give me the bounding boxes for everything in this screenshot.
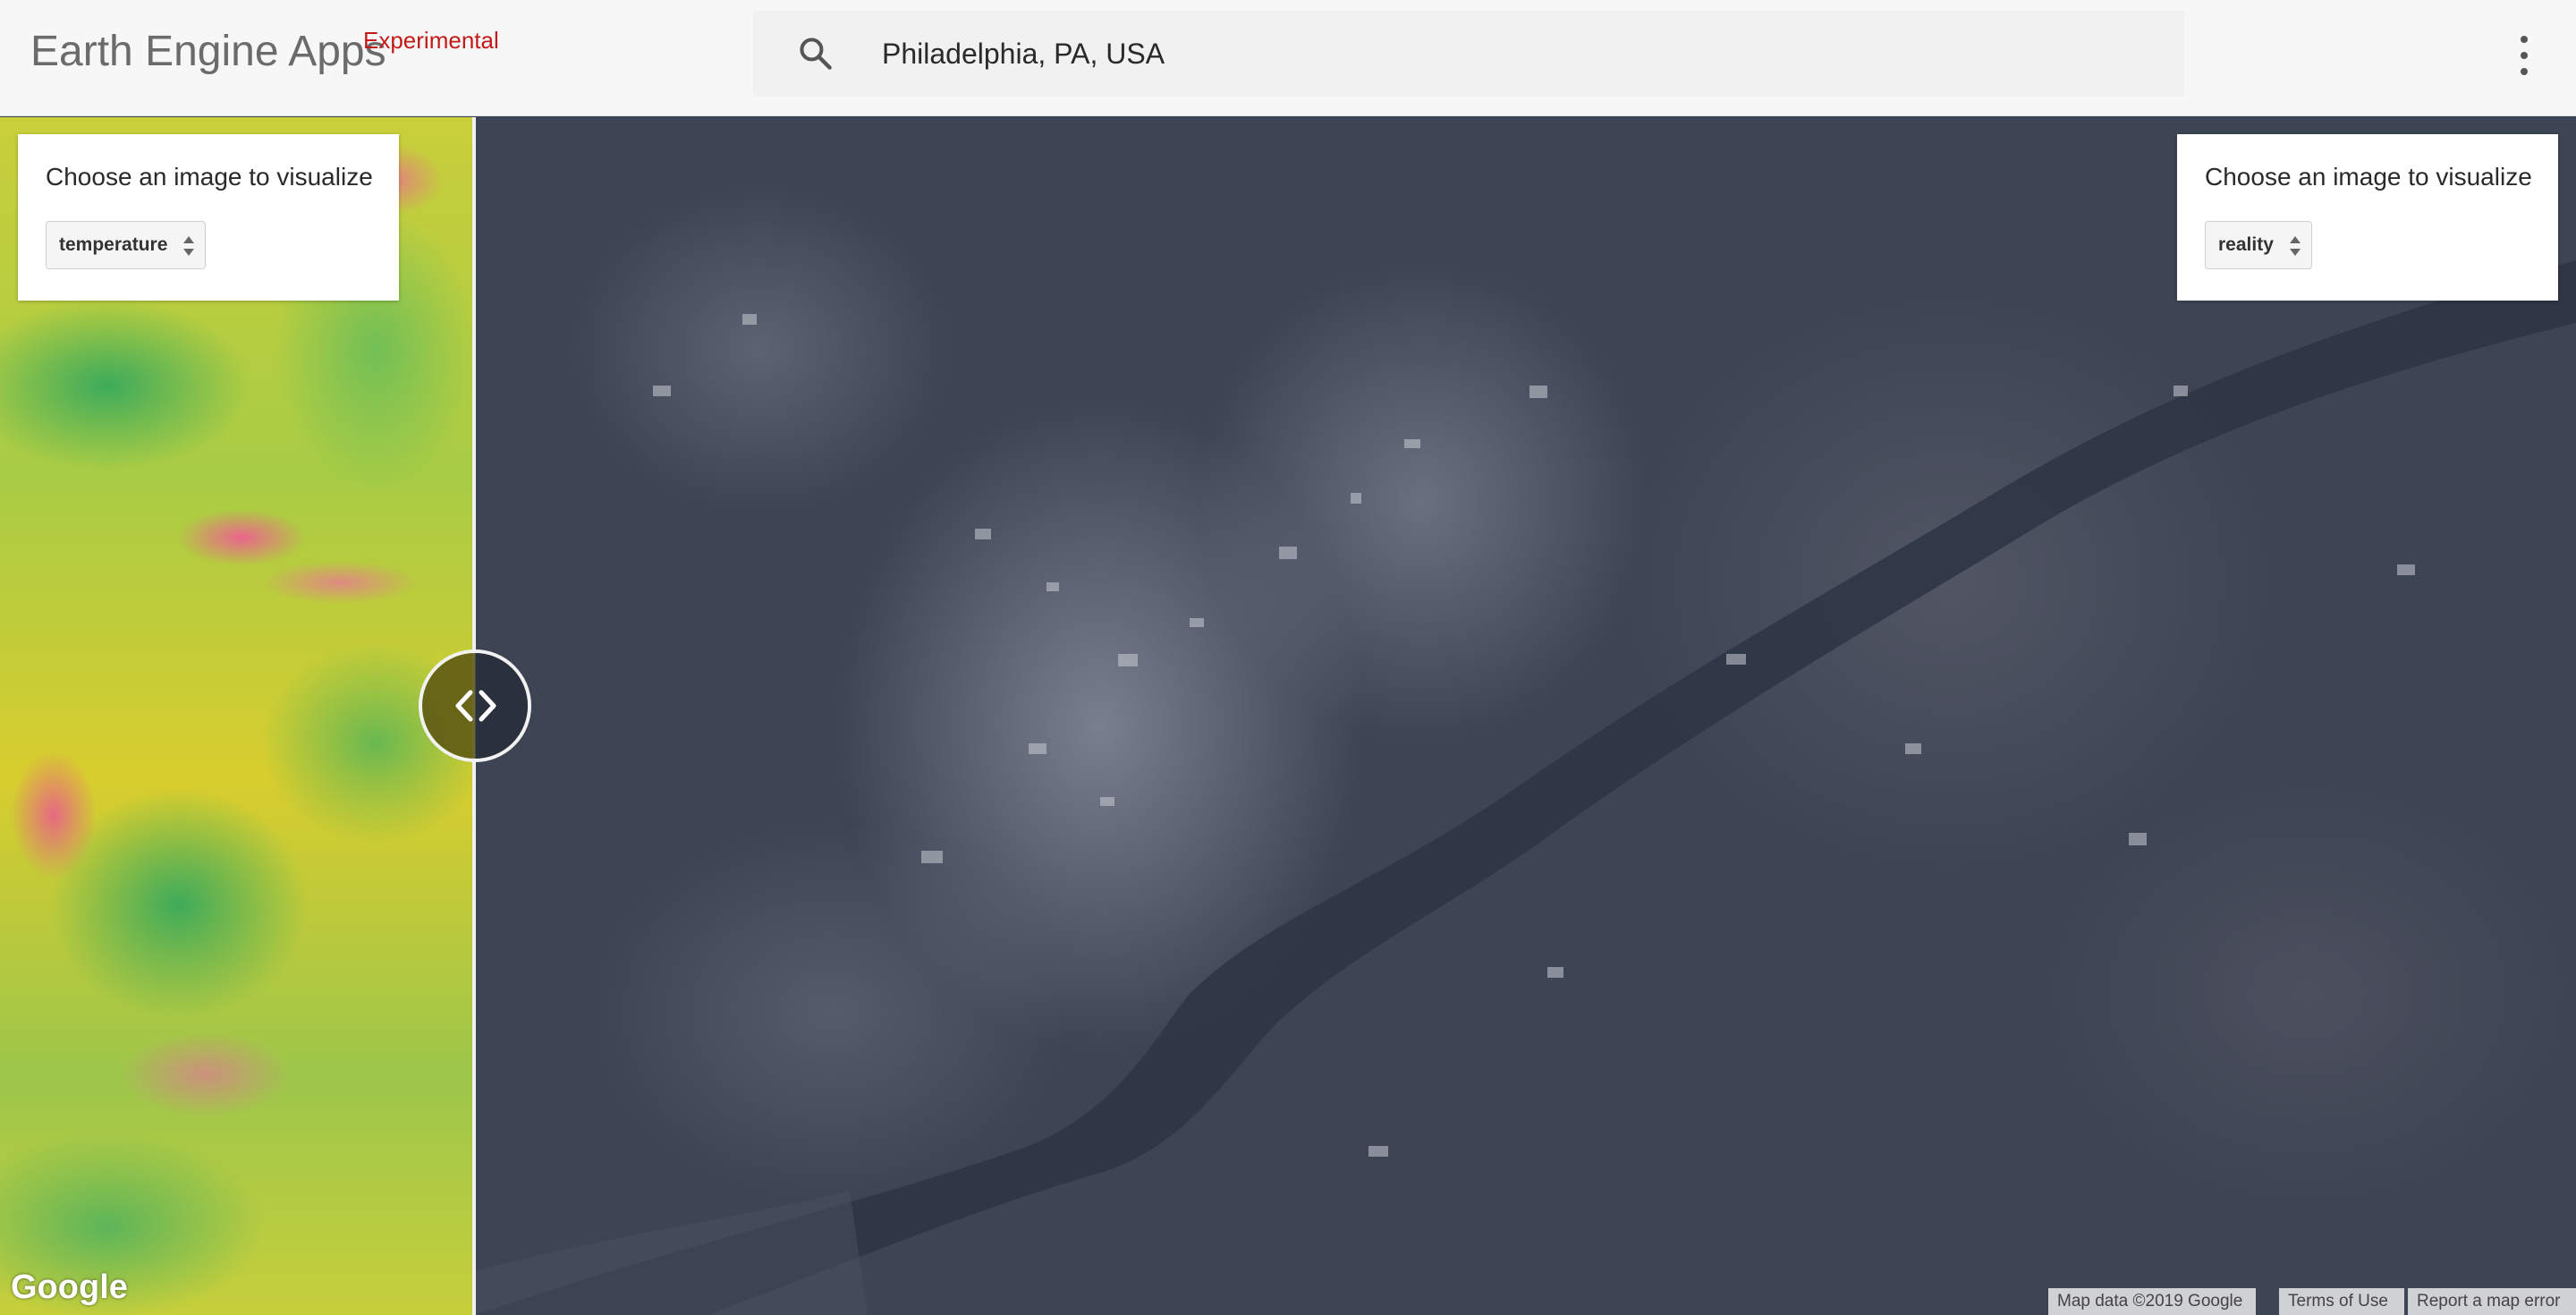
google-logo: Google — [11, 1268, 128, 1306]
map-data-attribution: Map data ©2019 Google — [2048, 1288, 2256, 1315]
terms-of-use-link[interactable]: Terms of Use — [2279, 1288, 2404, 1315]
right-select-value: reality — [2218, 234, 2274, 255]
chevron-left-right-icon — [455, 690, 496, 722]
search-bar[interactable] — [753, 11, 2184, 97]
right-image-panel: Choose an image to visualize reality — [2177, 134, 2558, 301]
left-select-value: temperature — [59, 234, 168, 255]
search-input[interactable] — [882, 30, 2134, 77]
left-image-panel: Choose an image to visualize temperature — [18, 134, 399, 301]
select-arrows-icon — [2289, 236, 2301, 256]
split-handle[interactable] — [419, 649, 531, 762]
select-arrows-icon — [183, 236, 195, 256]
report-map-error-link[interactable]: Report a map error — [2408, 1288, 2576, 1315]
experimental-badge: Experimental — [363, 27, 499, 54]
right-panel-label: Choose an image to visualize — [2205, 163, 2532, 191]
app-header: Earth Engine Apps Experimental — [0, 0, 2576, 116]
left-panel-label: Choose an image to visualize — [46, 163, 373, 191]
right-image-select[interactable]: reality — [2205, 221, 2312, 269]
search-icon[interactable] — [796, 34, 835, 73]
left-image-select[interactable]: temperature — [46, 221, 207, 269]
app-title[interactable]: Earth Engine Apps — [30, 27, 386, 76]
more-vert-icon[interactable] — [2512, 34, 2537, 79]
